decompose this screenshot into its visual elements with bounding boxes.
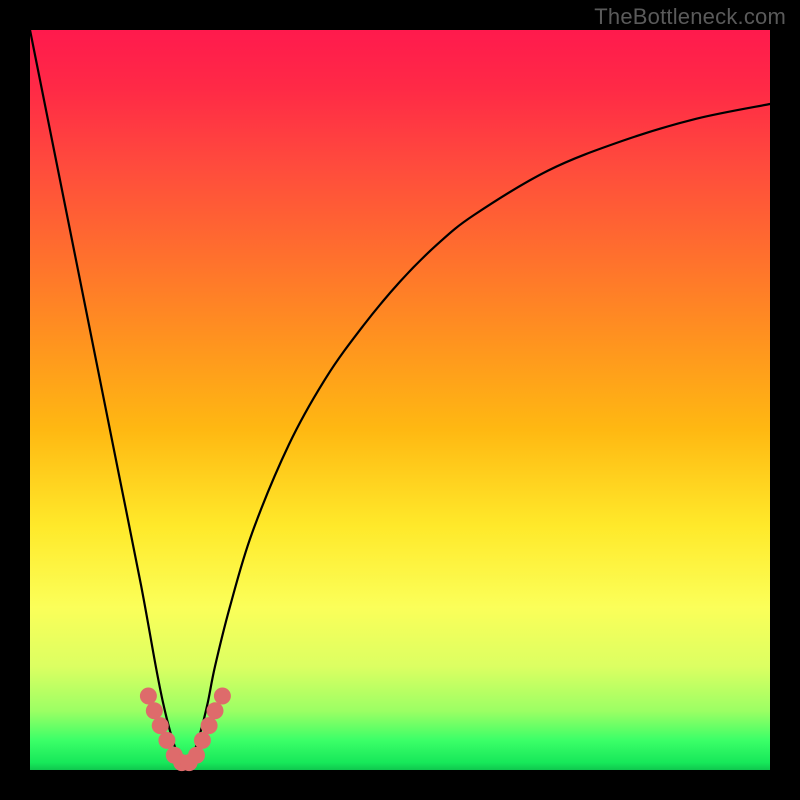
highlight-dot (158, 732, 175, 749)
highlight-dots (140, 688, 231, 772)
highlight-dot (188, 747, 205, 764)
bottleneck-curve (30, 30, 770, 770)
highlight-dot (194, 732, 211, 749)
highlight-dot (207, 702, 224, 719)
plot-area (30, 30, 770, 770)
highlight-dot (140, 688, 157, 705)
watermark-text: TheBottleneck.com (594, 4, 786, 30)
highlight-dot (214, 688, 231, 705)
highlight-dot (152, 717, 169, 734)
curve-svg (30, 30, 770, 770)
chart-frame: TheBottleneck.com (0, 0, 800, 800)
highlight-dot (146, 702, 163, 719)
highlight-dot (201, 717, 218, 734)
